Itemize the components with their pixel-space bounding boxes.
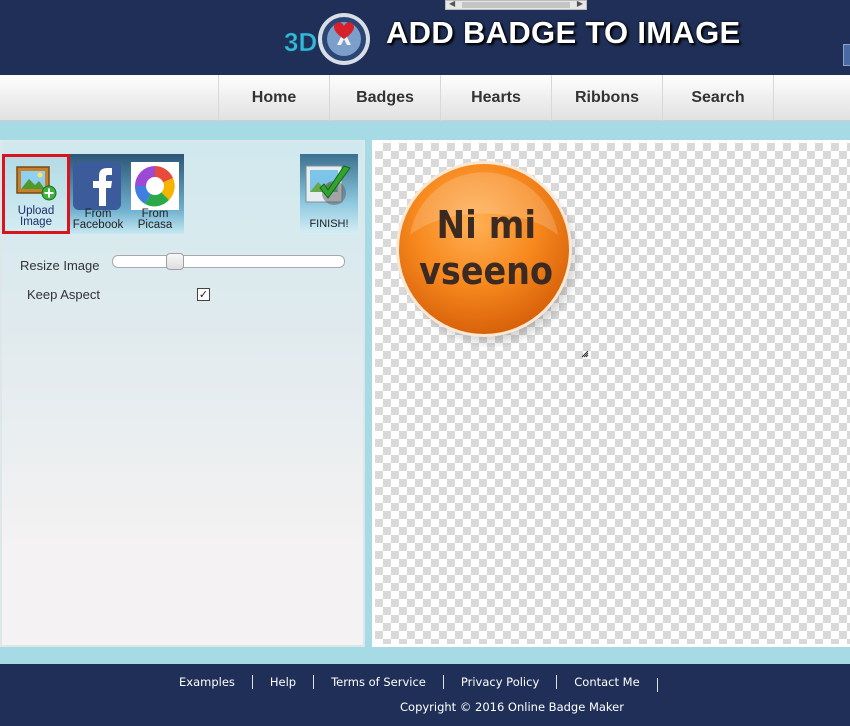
logo-text: 3D bbox=[284, 27, 317, 57]
nav-hearts[interactable]: Hearts bbox=[441, 75, 552, 121]
nav-home[interactable]: Home bbox=[219, 75, 330, 121]
scroll-left-arrow-icon[interactable]: ◀ bbox=[449, 0, 455, 8]
keep-aspect-label: Keep Aspect bbox=[27, 287, 100, 302]
side-tab[interactable] bbox=[843, 44, 850, 66]
upload-image-icon bbox=[16, 166, 57, 201]
footer-link-help[interactable]: Help bbox=[253, 675, 313, 689]
resize-image-slider[interactable] bbox=[112, 253, 345, 270]
nav-ribbons[interactable]: Ribbons bbox=[552, 75, 663, 121]
scrollbar-thumb[interactable] bbox=[462, 2, 570, 8]
horizontal-scrollbar[interactable]: ◀ ▶ bbox=[445, 0, 587, 10]
facebook-icon bbox=[73, 162, 121, 210]
footer-link-terms[interactable]: Terms of Service bbox=[314, 675, 443, 689]
footer-link-contact[interactable]: Contact Me bbox=[557, 675, 656, 689]
nav-search[interactable]: Search bbox=[663, 75, 774, 121]
copyright-text: Copyright © 2016 Online Badge Maker bbox=[400, 700, 624, 714]
resize-handle-icon[interactable] bbox=[581, 350, 589, 358]
from-picasa-button[interactable]: From Picasa bbox=[126, 154, 184, 234]
site-footer: Examples Help Terms of Service Privacy P… bbox=[0, 664, 850, 726]
upload-label-line2: Image bbox=[20, 216, 52, 228]
scroll-right-arrow-icon[interactable]: ▶ bbox=[577, 0, 583, 8]
slider-handle[interactable] bbox=[166, 253, 184, 270]
badge-text-line2: vseeno bbox=[419, 249, 553, 293]
finish-button[interactable]: FINISH! bbox=[300, 154, 358, 234]
from-facebook-button[interactable]: From Facebook bbox=[70, 154, 126, 234]
finish-checkmark-icon bbox=[305, 165, 351, 205]
badge-text-line1: Ni mi bbox=[436, 203, 536, 247]
badge-text: Ni mi vseeno bbox=[390, 155, 582, 347]
site-header: ◀ ▶ 3D ADD BADGE TO IMAGE bbox=[0, 0, 850, 75]
keep-aspect-checkbox[interactable]: ✓ bbox=[197, 288, 210, 301]
site-title: ADD BADGE TO IMAGE bbox=[386, 15, 741, 50]
checkmark-icon: ✓ bbox=[198, 288, 209, 301]
footer-link-privacy[interactable]: Privacy Policy bbox=[444, 675, 556, 689]
footer-divider bbox=[656, 678, 658, 692]
resize-image-label: Resize Image bbox=[20, 258, 100, 273]
tools-panel: Upload Image From Facebook From Picasa F… bbox=[0, 140, 365, 647]
picasa-label-line2: Picasa bbox=[137, 219, 173, 231]
upload-image-button[interactable]: Upload Image bbox=[2, 154, 70, 234]
nav-badges[interactable]: Badges bbox=[330, 75, 441, 121]
facebook-label-line2: Facebook bbox=[72, 219, 124, 231]
main-nav: Home Badges Hearts Ribbons Search bbox=[0, 75, 850, 121]
finish-label: FINISH! bbox=[309, 218, 349, 230]
image-canvas[interactable]: Ni mi vseeno bbox=[372, 140, 850, 647]
footer-link-examples[interactable]: Examples bbox=[162, 675, 252, 689]
picasa-icon bbox=[131, 162, 179, 210]
site-logo[interactable]: 3D bbox=[282, 11, 374, 67]
